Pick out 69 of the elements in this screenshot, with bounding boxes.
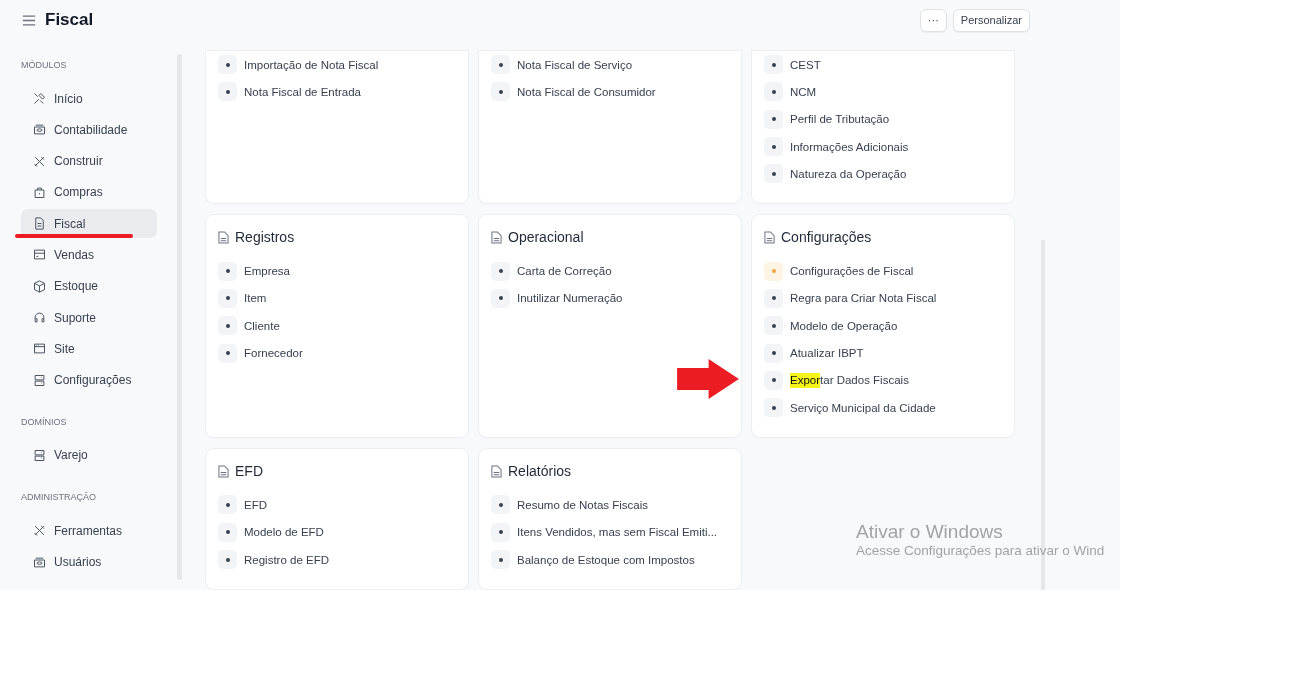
link[interactable]: Modelo de EFD (244, 526, 324, 539)
link[interactable]: Cliente (244, 319, 280, 332)
more-button[interactable]: ··· (919, 8, 947, 32)
link[interactable]: Configurações de Fiscal (790, 265, 914, 278)
link[interactable]: Perfil de Tributação (790, 113, 890, 126)
section-heading: ADMINISTRAÇÃO (21, 492, 97, 503)
sidebar-item[interactable]: Ferramentas (21, 516, 157, 546)
document-icon (764, 231, 775, 244)
section-heading: MÓDULOS (21, 60, 68, 70)
document-icon (491, 231, 502, 244)
sidebar-item[interactable]: Contabilidade (21, 115, 157, 145)
section-heading: DOMÍNIOS (21, 416, 68, 427)
link[interactable]: Fornecedor (244, 347, 303, 359)
link[interactable]: Modelo de Operação (790, 319, 898, 332)
link[interactable]: Regra para Criar Nota Fiscal (790, 292, 937, 305)
link[interactable]: Importação de Nota Fiscal (244, 58, 379, 71)
module-icon (32, 216, 47, 232)
link[interactable]: Nota Fiscal de Serviço (517, 58, 633, 71)
link[interactable]: Balanço de Estoque com Impostos (517, 553, 695, 566)
card-title: EFD (235, 463, 263, 480)
card-title: Registros (235, 229, 295, 246)
module-icon (32, 278, 47, 294)
module-icon (32, 554, 47, 570)
link[interactable]: EFD (244, 498, 267, 511)
sidebar-item[interactable]: Varejo (21, 440, 157, 470)
link[interactable]: NCM (790, 85, 817, 98)
sidebar-item[interactable]: Estoque (21, 271, 157, 301)
card-title: Relatórios (508, 463, 572, 480)
link[interactable]: Carta de Correção (517, 265, 612, 278)
customize-button[interactable]: Personalizar (952, 8, 1030, 32)
link[interactable]: CEST (790, 58, 821, 71)
card-title: Operacional (508, 229, 584, 246)
module-icon (32, 447, 47, 463)
module-icon (32, 247, 47, 263)
module-icon (32, 310, 47, 326)
sidebar-item[interactable]: Configurações (21, 365, 157, 395)
document-icon (491, 464, 502, 478)
link[interactable]: Resumo de Notas Fiscais (517, 498, 649, 511)
link[interactable]: Registro de EFD (244, 553, 329, 566)
link[interactable]: Nota Fiscal de Consumidor (517, 85, 656, 98)
sidebar-item[interactable]: Usuários (21, 547, 157, 577)
sidebar-item[interactable]: Início (21, 84, 157, 113)
module-icon (32, 523, 47, 539)
module-icon (32, 341, 47, 357)
module-icon (32, 91, 47, 106)
card-title: Configurações (781, 229, 872, 246)
link[interactable]: Atualizar IBPT (790, 347, 864, 359)
sidebar-item[interactable]: Vendas (21, 240, 157, 270)
link[interactable]: Informações Adicionais (790, 140, 909, 153)
module-icon (32, 372, 47, 388)
link[interactable]: Natureza da Operação (790, 167, 907, 180)
menu-icon[interactable] (22, 14, 36, 26)
link[interactable]: Serviço Municipal da Cidade (790, 401, 936, 414)
link[interactable]: Nota Fiscal de Entrada (244, 85, 361, 98)
link[interactable]: Item (244, 292, 267, 305)
page-title: Fiscal (45, 10, 94, 30)
document-icon (218, 464, 229, 478)
link[interactable]: Itens Vendidos, mas sem Fiscal Emiti... (517, 526, 718, 539)
module-icon (32, 122, 47, 138)
activation-message: Acesse Configurações para ativar o Wind (856, 543, 1105, 558)
module-icon (32, 184, 47, 200)
document-icon (218, 231, 229, 244)
activation-title: Ativar o Windows (856, 521, 1004, 543)
link[interactable]: Inutilizar Numeração (517, 292, 623, 305)
sidebar-item[interactable]: Suporte (21, 303, 157, 333)
link[interactable]: Empresa (244, 265, 291, 278)
sidebar-item[interactable]: Compras (21, 177, 157, 207)
sidebar-item[interactable]: Construir (21, 146, 157, 176)
sidebar-item[interactable]: Site (21, 334, 157, 364)
